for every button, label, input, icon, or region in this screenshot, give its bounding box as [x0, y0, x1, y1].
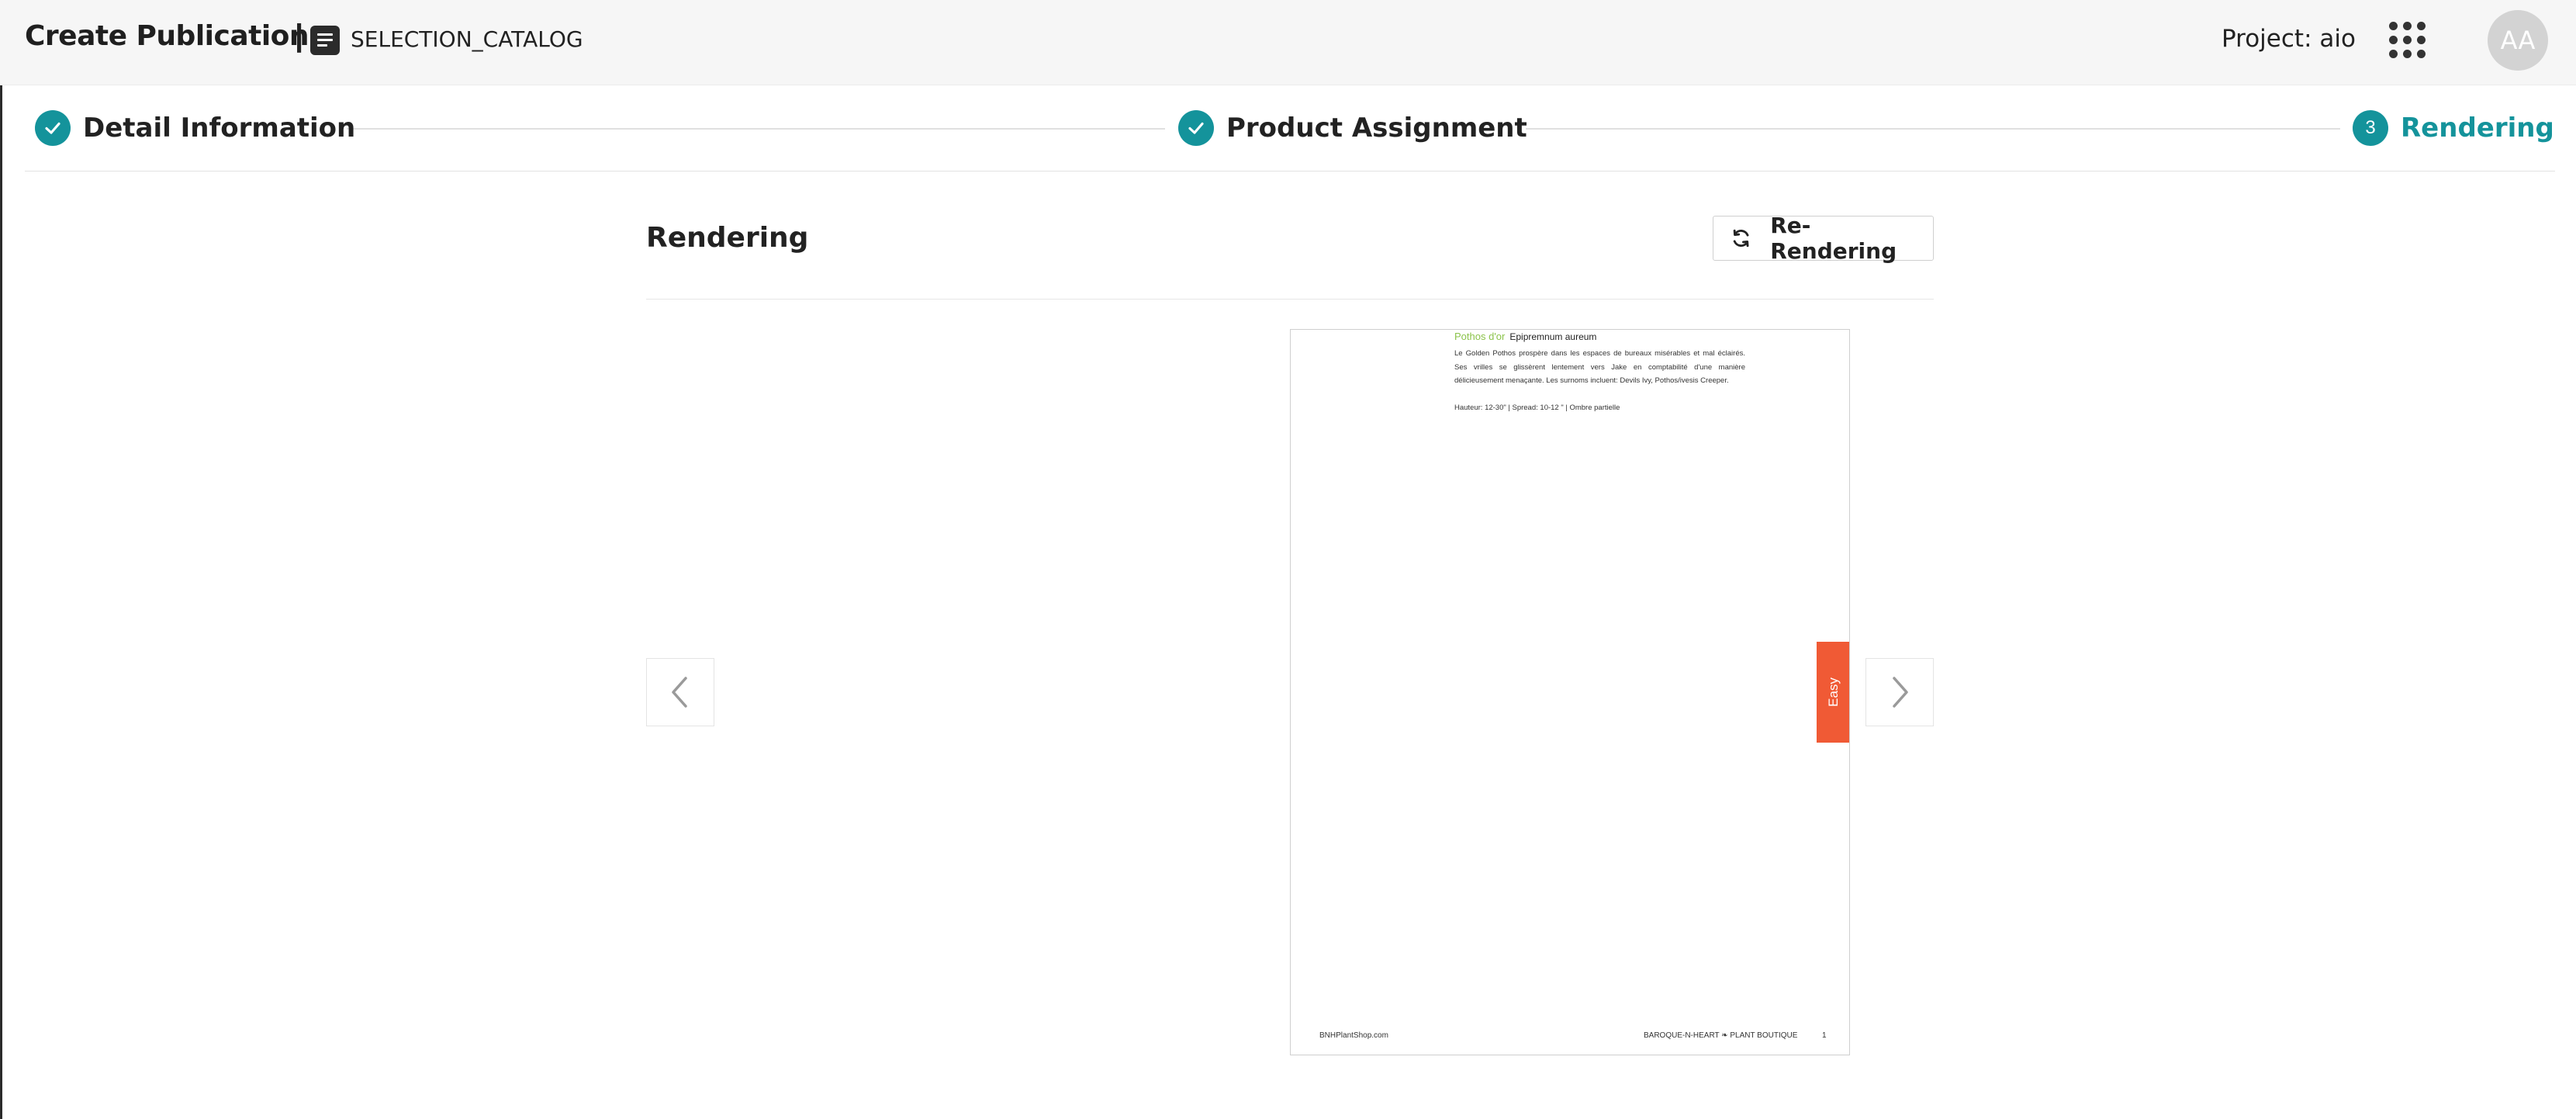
window-edge: [0, 0, 2, 1119]
step-connector: [347, 128, 1165, 130]
step-label: Detail Information: [83, 113, 356, 144]
page-preview: Pothos d'or Epipremnum aureum Le Golden P…: [1290, 329, 1850, 1055]
re-rendering-button[interactable]: Re-Rendering: [1713, 213, 1934, 264]
product-name: Pothos d'or: [1454, 331, 1506, 342]
document-icon: [310, 26, 340, 55]
product-specs: Hauteur: 12-30" | Spread: 10-12 " | Ombr…: [1454, 404, 1620, 412]
prev-page-button[interactable]: [646, 658, 714, 726]
product-latin-name: Epipremnum aureum: [1509, 331, 1597, 342]
page-title: Create Publication: [25, 20, 309, 52]
project-selector[interactable]: Project: aio: [2222, 25, 2356, 53]
avatar[interactable]: AA: [2488, 10, 2548, 71]
step-label: Product Assignment: [1226, 113, 1527, 144]
chevron-left-icon: [672, 677, 687, 708]
apps-grid-icon[interactable]: [2389, 22, 2426, 59]
step-number: 3: [2353, 110, 2388, 146]
re-rendering-label: Re-Rendering: [1770, 213, 1897, 264]
product-heading: Pothos d'or Epipremnum aureum: [1454, 330, 1596, 344]
difficulty-label: Easy: [1825, 677, 1841, 707]
step-product-assignment[interactable]: Product Assignment: [1178, 109, 1527, 147]
step-rendering[interactable]: 3 Rendering: [2353, 109, 2554, 147]
section-title: Rendering: [646, 222, 809, 254]
next-page-button[interactable]: [1865, 658, 1934, 726]
difficulty-tab: Easy: [1817, 642, 1849, 743]
page-footer-brand: BAROQUE-N-HEART ❧ PLANT BOUTIQUE: [1644, 1031, 1798, 1040]
product-description: Le Golden Pothos prospère dans les espac…: [1454, 349, 1745, 385]
step-connector: [1526, 128, 2340, 130]
refresh-icon: [1733, 229, 1749, 248]
step-label: Rendering: [2401, 113, 2554, 144]
catalog-name: SELECTION_CATALOG: [351, 26, 583, 52]
page-footer-website: BNHPlantShop.com: [1319, 1031, 1388, 1040]
page-number: 1: [1822, 1031, 1827, 1040]
chevron-right-icon: [1893, 677, 1908, 708]
check-icon: [1178, 110, 1214, 146]
app-header: Create Publication | SELECTION_CATALOG P…: [0, 0, 2576, 85]
title-separator: |: [295, 19, 304, 53]
stepper: Detail Information Product Assignment 3 …: [25, 85, 2555, 171]
divider: [646, 299, 1934, 300]
step-detail-information[interactable]: Detail Information: [35, 109, 355, 147]
check-icon: [35, 110, 71, 146]
